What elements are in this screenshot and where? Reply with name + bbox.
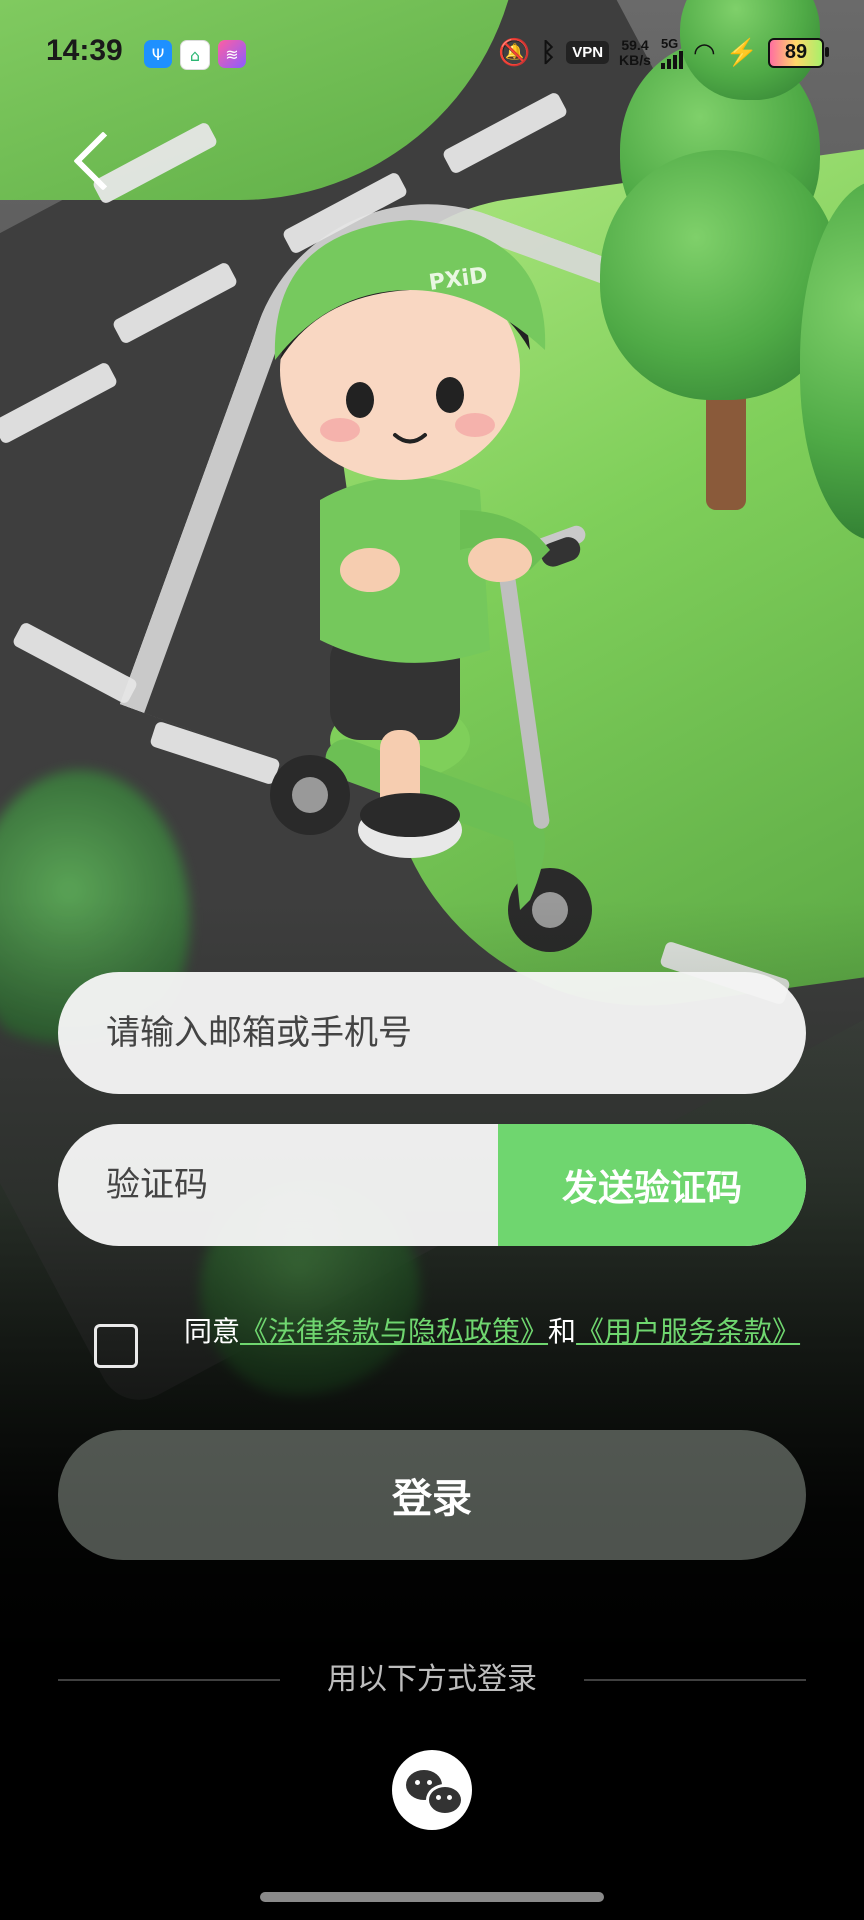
- charging-icon: ⚡: [725, 37, 758, 67]
- status-time: 14:39: [46, 34, 123, 67]
- battery-icon: 89: [768, 37, 829, 68]
- agree-prefix: 同意: [184, 1315, 241, 1348]
- network-speed: 59.4 KB/s: [619, 36, 651, 68]
- scooter-rider-illustration: PXiD: [270, 220, 592, 952]
- agree-checkbox[interactable]: [94, 1324, 138, 1368]
- wechat-login-button[interactable]: [392, 1750, 472, 1830]
- user-service-terms-link[interactable]: 《用户服务条款》: [576, 1315, 800, 1348]
- agree-and: 和: [548, 1315, 577, 1348]
- mute-bell-icon: 🔕: [498, 37, 531, 67]
- status-icons: 🔕 ᛒ VPN 59.4 KB/s 5G ◠ ⚡ 89: [498, 36, 829, 69]
- network-speed-unit: KB/s: [619, 51, 651, 68]
- code-input[interactable]: 验证码: [106, 1124, 208, 1246]
- home-indicator[interactable]: [260, 1892, 604, 1902]
- login-button[interactable]: 登录: [58, 1430, 806, 1560]
- code-field-row: 验证码 发送验证码: [58, 1124, 806, 1246]
- gallery-app-icon: ≋: [218, 40, 246, 68]
- bluetooth-icon: ᛒ: [540, 37, 557, 67]
- back-button[interactable]: [66, 130, 126, 190]
- status-bar: 14:39 Ψ ⌂ ≋ 🔕 ᛒ VPN 59.4 KB/s 5G ◠ ⚡ 89: [0, 0, 864, 108]
- divider-line-right: [584, 1679, 806, 1681]
- account-input-placeholder: 请输入邮箱或手机号: [106, 1013, 412, 1053]
- cellular-signal: 5G: [660, 36, 683, 69]
- usb-icon: Ψ: [144, 40, 172, 68]
- send-code-button[interactable]: 发送验证码: [498, 1124, 806, 1246]
- account-input[interactable]: 请输入邮箱或手机号: [58, 972, 806, 1094]
- battery-level: 89: [784, 41, 808, 63]
- wifi-icon: ◠: [692, 37, 716, 67]
- signal-bars-icon: [660, 51, 683, 69]
- signal-type: 5G: [660, 36, 679, 51]
- agreement-text: 同意《法律条款与隐私政策》和《用户服务条款》: [184, 1310, 824, 1354]
- alt-login-divider: 用以下方式登录: [58, 1660, 806, 1700]
- vpn-badge: VPN: [566, 41, 610, 64]
- network-speed-value: 59.4: [621, 36, 649, 53]
- home-app-icon: ⌂: [180, 40, 210, 70]
- legal-privacy-link[interactable]: 《法律条款与隐私政策》: [240, 1315, 548, 1348]
- background-illustration: PXiD: [0, 0, 864, 1920]
